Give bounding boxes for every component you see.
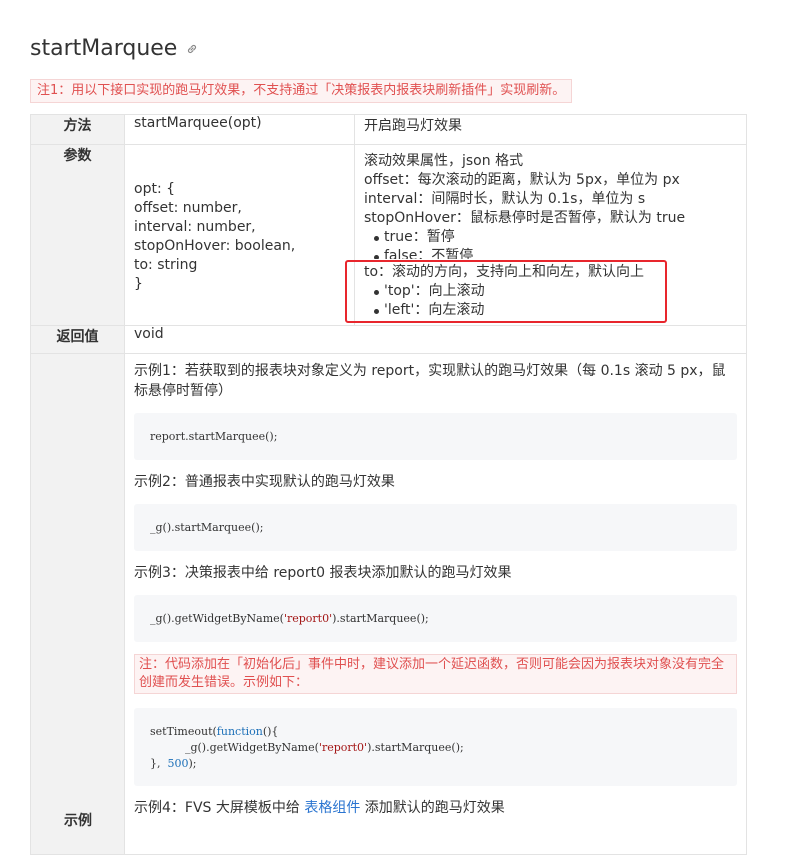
- params-code: opt: { offset: number, interval: number,…: [124, 144, 355, 326]
- table-row-method: 方法 startMarquee(opt) 开启跑马灯效果: [30, 114, 747, 145]
- example-label-cell: [30, 353, 125, 855]
- params-code-line: interval: number,: [134, 219, 256, 235]
- return-value: void: [124, 325, 747, 354]
- table-row-params: 参数 opt: { offset: number, interval: numb…: [30, 144, 747, 326]
- code-fn: ).startMarquee();: [332, 612, 429, 625]
- to-line: to：滚动的方向，支持向上和向左，默认向上: [364, 264, 645, 280]
- note-top: 注1：用以下接口实现的跑马灯效果，不支持通过「决策报表内报表块刷新插件」实现刷新…: [30, 79, 573, 103]
- anchor-link-icon[interactable]: [186, 43, 198, 55]
- example3-code[interactable]: _g().getWidgetByName('report0').startMar…: [134, 595, 737, 642]
- example2-text: 示例2：普通报表中实现默认的跑马灯效果: [134, 474, 395, 490]
- params-desc-line: offset：每次滚动的距离，默认为 5px，单位为 px: [364, 172, 680, 188]
- example4-text-post: 添加默认的跑马灯效果: [360, 800, 505, 816]
- method-signature: startMarquee(opt): [124, 114, 355, 145]
- code-fn: ).startMarquee();: [367, 741, 464, 754]
- params-description: 滚动效果属性，json 格式 offset：每次滚动的距离，默认为 5px，单位…: [354, 144, 747, 326]
- code-fn: setTimeout(: [150, 725, 217, 738]
- table-row-example: 示例1：若获取到的报表块对象定义为 report，实现默认的跑马灯效果（每 0.…: [30, 353, 747, 855]
- table-component-link[interactable]: 表格组件: [304, 800, 360, 816]
- return-label: 返回值: [30, 325, 125, 354]
- params-code-line: stopOnHover: boolean,: [134, 238, 296, 254]
- example4-text: 示例4：FVS 大屏模板中给 表格组件 添加默认的跑马灯效果: [134, 798, 737, 818]
- example3-note: 注：代码添加在「初始化后」事件中时，建议添加一个延迟函数，否则可能会因为报表块对…: [134, 654, 737, 694]
- page-title: startMarquee: [30, 36, 178, 61]
- example3-text: 示例3：决策报表中给 report0 报表块添加默认的跑马灯效果: [134, 565, 512, 581]
- params-code-line: }: [134, 276, 143, 292]
- to-option-left: 'left'：向左滚动: [364, 301, 737, 320]
- params-code-line: to: string: [134, 257, 198, 273]
- method-label: 方法: [30, 114, 125, 145]
- params-desc-line: interval：间隔时长，默认为 0.1s，单位为 s: [364, 191, 646, 207]
- title-row: startMarquee: [30, 36, 198, 61]
- code-fn: },: [150, 757, 168, 770]
- example-label: 示例: [64, 813, 92, 829]
- params-label: 参数: [30, 144, 125, 326]
- code-string: 'report0': [318, 741, 368, 754]
- code-keyword: function: [216, 725, 263, 738]
- params-desc-line: stopOnHover：鼠标悬停时是否暂停，默认为 true: [364, 210, 686, 226]
- code-number: 500: [167, 757, 189, 770]
- code-fn: );: [188, 757, 197, 770]
- example1-code[interactable]: report.startMarquee();: [134, 413, 737, 460]
- hover-option-true: true：暂停: [364, 228, 737, 247]
- examples-cell: 示例1：若获取到的报表块对象定义为 report，实现默认的跑马灯效果（每 0.…: [124, 353, 747, 855]
- example4-text-pre: 示例4：FVS 大屏模板中给: [134, 800, 305, 816]
- params-code-line: opt: {: [134, 181, 176, 197]
- params-code-line: offset: number,: [134, 200, 242, 216]
- code-fn: _g().getWidgetByName(: [150, 741, 319, 754]
- params-desc-line: 滚动效果属性，json 格式: [364, 153, 524, 169]
- example2-code[interactable]: _g().startMarquee();: [134, 504, 737, 551]
- code-string: 'report0': [283, 612, 333, 625]
- hover-option-false: false：不暂停: [364, 247, 737, 259]
- to-option-top: 'top'：向上滚动: [364, 282, 737, 301]
- example1-text: 示例1：若获取到的报表块对象定义为 report，实现默认的跑马灯效果（每 0.…: [134, 363, 726, 399]
- api-table: 方法 startMarquee(opt) 开启跑马灯效果 参数 opt: { o…: [30, 114, 747, 855]
- example3b-code[interactable]: setTimeout(function(){ _g().getWidgetByN…: [134, 708, 737, 786]
- table-row-return: 返回值 void: [30, 325, 747, 354]
- code-fn: (){: [262, 725, 279, 738]
- code-fn: _g().getWidgetByName(: [150, 612, 284, 625]
- method-description: 开启跑马灯效果: [354, 114, 747, 145]
